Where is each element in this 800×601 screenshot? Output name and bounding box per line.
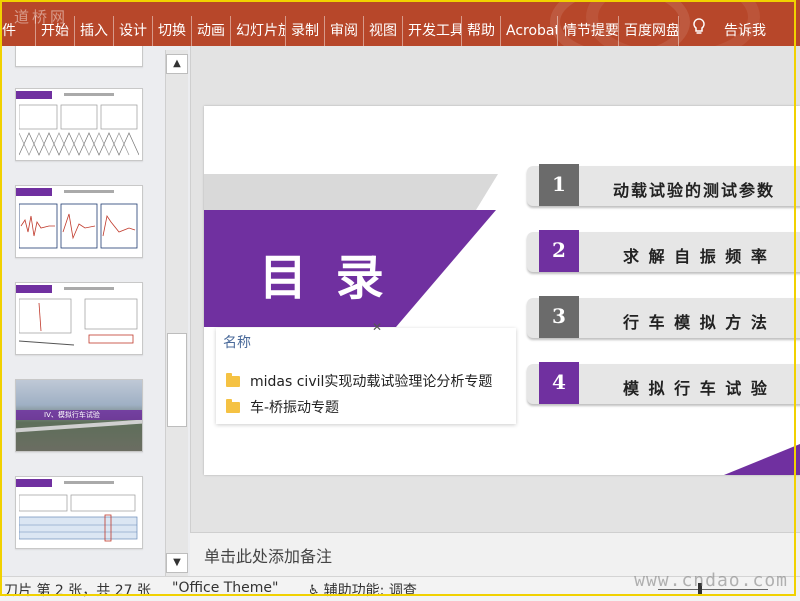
folder-label: 车-桥振动专题 [250, 400, 340, 416]
thumbnail-signal-graphic [19, 203, 138, 249]
thumbnail-title [64, 93, 114, 96]
thumbnail-photo-title: IV、模拟行车试验 [44, 411, 100, 419]
tell-me-search[interactable]: 告诉我 [719, 16, 771, 46]
accessibility-label: 辅助功能: 调查 [323, 583, 417, 599]
slide-thumbnail[interactable] [15, 282, 143, 355]
slide-thumbnail[interactable] [15, 88, 143, 161]
toc-text: 行 车 模 拟 方 法 [623, 313, 769, 332]
tab-slideshow[interactable]: 幻灯片放 [230, 16, 285, 46]
tab-acrobat[interactable]: Acrobat [500, 16, 557, 46]
watermark-bottom: www.cndao.com [634, 570, 788, 591]
toc-text: 求 解 自 振 频 率 [623, 247, 769, 266]
toc-item[interactable]: 2 求 解 自 振 频 率 [527, 230, 800, 274]
tab-view[interactable]: 视图 [363, 16, 402, 46]
scroll-down-button[interactable]: ▼ [166, 553, 188, 573]
tab-developer[interactable]: 开发工具 [402, 16, 461, 46]
tab-transitions[interactable]: 切换 [152, 16, 191, 46]
folder-popup: ✕ 名称 midas civil实现动载试验理论分析专题 车-桥振动专题 [216, 320, 516, 424]
tab-file[interactable]: 件 [0, 16, 35, 46]
ribbon-tab-bar: 道桥网 件 开始 插入 设计 切换 动画 幻灯片放 录制 审阅 视图 开发工具 … [0, 0, 800, 46]
thumbnail-bridge [16, 419, 142, 433]
thumbnail-header [16, 188, 52, 196]
toc-number: 4 [552, 370, 566, 394]
toc-number: 1 [552, 172, 566, 196]
slide-count-status: 刀片 第 2 张，共 27 张 [4, 583, 151, 599]
ribbon-tabs: 件 开始 插入 设计 切换 动画 幻灯片放 录制 审阅 视图 开发工具 帮助 A… [0, 16, 771, 46]
tab-review[interactable]: 审阅 [324, 16, 363, 46]
thumbnail-header [16, 479, 52, 487]
thumbnail-header [16, 91, 52, 99]
accessibility-status[interactable]: ♿ 辅助功能: 调查 [308, 580, 417, 600]
accessibility-icon: ♿ [308, 582, 320, 598]
folder-label: midas civil实现动载试验理论分析专题 [250, 374, 493, 390]
theme-name: "Office Theme" [172, 580, 279, 596]
toc-number: 2 [552, 238, 566, 262]
tab-record[interactable]: 录制 [285, 16, 324, 46]
folder-icon [226, 372, 240, 387]
toc-number: 3 [552, 304, 566, 328]
slide-thumbnail[interactable]: IV、模拟行车试验 [15, 379, 143, 452]
tab-storyboard[interactable]: 情节提要 [557, 16, 618, 46]
lightbulb-icon[interactable] [678, 16, 719, 46]
thumbnail-scrollbar[interactable]: ▲ ▼ [165, 50, 188, 576]
tab-help[interactable]: 帮助 [461, 16, 500, 46]
toc-item[interactable]: 3 行 车 模 拟 方 法 [527, 296, 800, 340]
popup-header: 名称 [223, 335, 251, 351]
thumbnail-title [64, 481, 114, 484]
slide-thumbnail[interactable] [15, 476, 143, 549]
folder-item[interactable]: 车-桥振动专题 [226, 396, 339, 418]
toc-item[interactable]: 4 模 拟 行 车 试 验 [527, 362, 800, 406]
folder-icon [226, 398, 240, 413]
tab-animations[interactable]: 动画 [191, 16, 230, 46]
toc-text: 动载试验的测试参数 [613, 181, 776, 200]
toc-text: 模 拟 行 车 试 验 [623, 379, 769, 398]
tab-insert[interactable]: 插入 [74, 16, 113, 46]
notes-placeholder: 单击此处添加备注 [204, 547, 333, 566]
thumbnail-header [16, 285, 52, 293]
thumbnail-title [64, 287, 114, 290]
toc-item[interactable]: 1 动载试验的测试参数 [527, 164, 800, 208]
thumbnail-waveform-graphic [19, 104, 139, 156]
slide-title: 目 录 [259, 250, 390, 306]
tab-design[interactable]: 设计 [113, 16, 152, 46]
tab-home[interactable]: 开始 [35, 16, 74, 46]
slide-thumbnail[interactable] [15, 185, 143, 258]
tab-baidu-netdisk[interactable]: 百度网盘 [618, 16, 678, 46]
scroll-up-button[interactable]: ▲ [166, 54, 188, 74]
thumbnail-chart-graphic [19, 298, 138, 346]
folder-item[interactable]: midas civil实现动载试验理论分析专题 [226, 370, 492, 392]
slide-thumbnail[interactable] [15, 46, 143, 67]
close-icon[interactable]: ✕ [372, 320, 382, 334]
scrollbar-thumb[interactable] [167, 333, 187, 427]
thumbnail-table-graphic [19, 494, 138, 542]
thumbnail-title [64, 190, 114, 193]
slide-thumbnail-pane: IV、模拟行车试验 [0, 46, 165, 576]
